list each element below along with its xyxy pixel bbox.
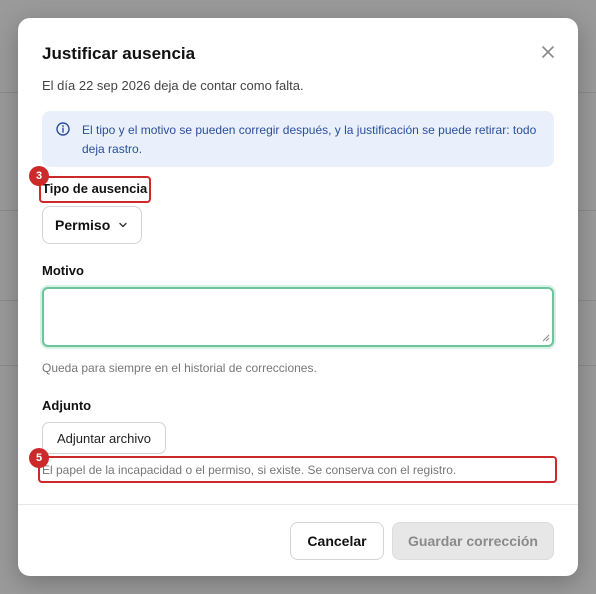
attach-file-button[interactable]: Adjuntar archivo xyxy=(42,422,166,454)
motivo-label: Motivo xyxy=(42,263,84,278)
motivo-help-text: Queda para siempre en el historial de co… xyxy=(42,361,317,375)
absence-type-select[interactable]: Permiso xyxy=(42,206,142,244)
absence-type-value: Permiso xyxy=(55,217,111,233)
annotation-badge-absence-type: 3 xyxy=(29,166,49,186)
motivo-textarea[interactable] xyxy=(42,287,554,347)
dialog-subtitle: El día 22 sep 2026 deja de contar como f… xyxy=(42,78,304,93)
attachment-label: Adjunto xyxy=(42,398,92,413)
close-icon xyxy=(542,46,554,58)
dialog-title: Justificar ausencia xyxy=(42,44,196,63)
chevron-down-icon xyxy=(119,222,127,228)
annotation-box-absence-type xyxy=(39,176,151,203)
save-correction-button[interactable]: Guardar corrección xyxy=(392,522,554,560)
close-button[interactable] xyxy=(538,42,558,62)
resize-handle-icon[interactable] xyxy=(542,334,550,342)
justify-absence-dialog: Justificar ausencia El día 22 sep 2026 d… xyxy=(18,18,578,576)
cancel-button[interactable]: Cancelar xyxy=(290,522,384,560)
info-icon xyxy=(56,122,70,136)
info-text: El tipo y el motivo se pueden corregir d… xyxy=(82,123,537,156)
annotation-badge-attachment-help: 5 xyxy=(29,448,49,468)
footer-divider xyxy=(18,504,578,505)
info-notice: El tipo y el motivo se pueden corregir d… xyxy=(42,111,554,167)
annotation-box-attachment-help xyxy=(38,456,557,483)
